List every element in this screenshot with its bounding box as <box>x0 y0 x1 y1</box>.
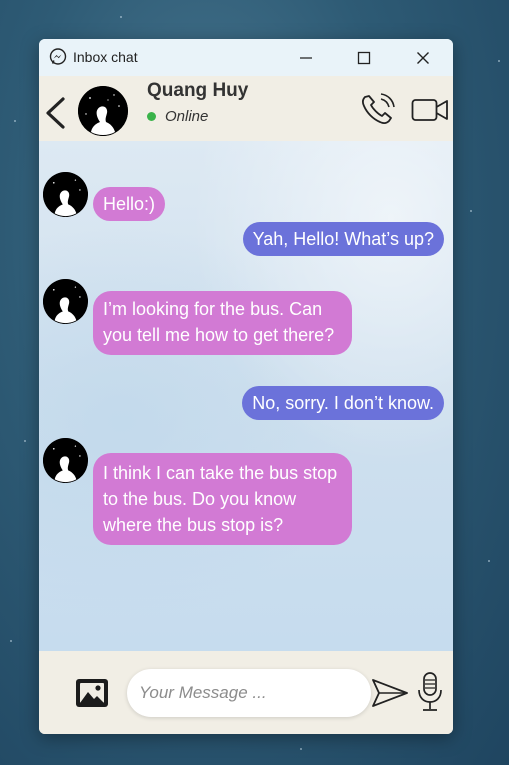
maximize-icon <box>357 51 371 64</box>
message-input[interactable] <box>127 669 371 717</box>
avatar-silhouette-icon <box>43 279 88 324</box>
sender-avatar <box>43 279 88 324</box>
image-attach-icon[interactable] <box>75 678 109 708</box>
minimize-icon <box>300 56 312 59</box>
send-icon[interactable] <box>371 675 409 711</box>
close-button[interactable] <box>400 39 446 76</box>
sender-avatar <box>43 172 88 217</box>
avatar-silhouette-icon <box>78 86 128 136</box>
avatar-silhouette-icon <box>43 438 88 483</box>
title-bar: Inbox chat <box>39 39 453 76</box>
video-call-icon[interactable] <box>411 98 449 122</box>
contact-avatar[interactable] <box>78 86 128 136</box>
message-composer <box>39 651 453 734</box>
avatar-silhouette-icon <box>43 172 88 217</box>
minimize-button[interactable] <box>283 39 329 76</box>
online-status-text: Online <box>165 108 209 125</box>
chat-window: Inbox chat Quang Huy Online Hello:) Yah,… <box>39 39 453 734</box>
received-message: I’m looking for the bus. Can you tell me… <box>93 291 352 355</box>
back-arrow-icon[interactable] <box>43 96 67 130</box>
sent-message: No, sorry. I don’t know. <box>242 386 444 420</box>
online-status-dot <box>147 112 156 121</box>
received-message: I think I can take the bus stop to the b… <box>93 453 352 545</box>
window-title: Inbox chat <box>73 49 138 65</box>
close-icon <box>417 51 429 64</box>
phone-call-icon[interactable] <box>359 91 399 127</box>
contact-name: Quang Huy <box>147 80 249 101</box>
maximize-button[interactable] <box>341 39 387 76</box>
received-message: Hello:) <box>93 187 166 221</box>
messenger-icon <box>49 48 67 65</box>
sent-message: Yah, Hello! What’s up? <box>242 222 444 256</box>
microphone-icon[interactable] <box>416 671 444 713</box>
sender-avatar <box>43 438 88 483</box>
message-list[interactable]: Hello:) Yah, Hello! What’s up? I’m looki… <box>39 141 453 651</box>
